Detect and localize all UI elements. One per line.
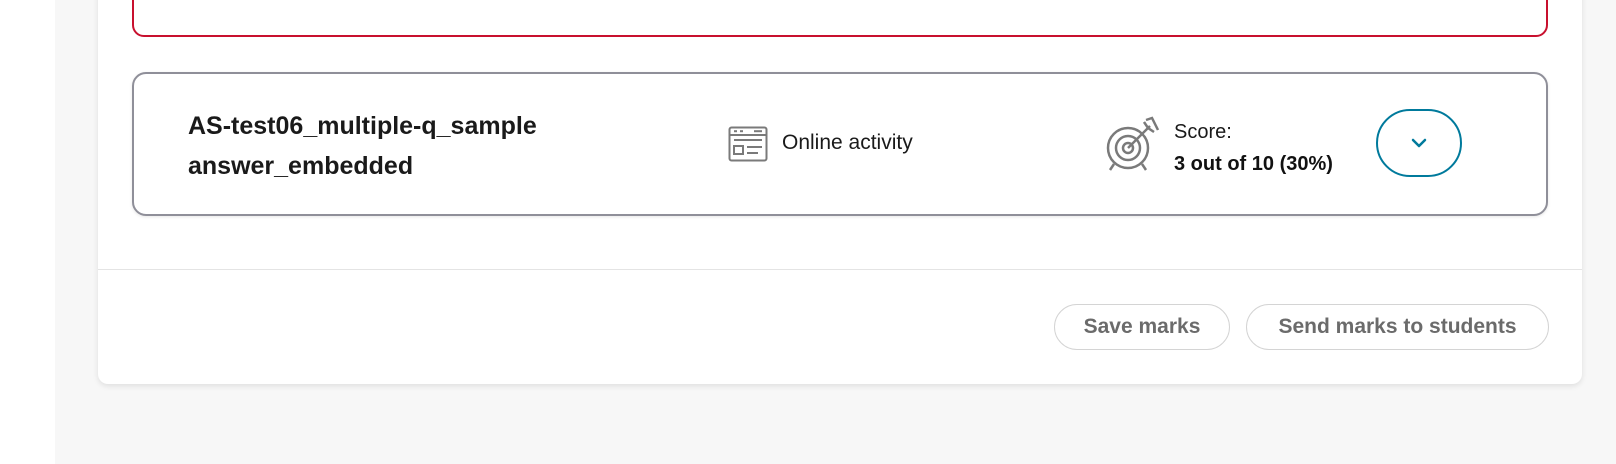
- send-marks-button[interactable]: Send marks to students: [1246, 304, 1549, 350]
- footer-divider: [98, 269, 1582, 270]
- target-icon: [1106, 116, 1160, 171]
- assignment-card: AS-test06_multiple-q_sample answer_embed…: [132, 72, 1548, 216]
- score-value: 3 out of 10 (30%): [1174, 153, 1333, 175]
- save-marks-button[interactable]: Save marks: [1054, 304, 1230, 350]
- expand-assignment-button[interactable]: [1376, 109, 1462, 177]
- score-label: Score:: [1174, 121, 1232, 143]
- assignment-title: AS-test06_multiple-q_sample answer_embed…: [188, 112, 537, 180]
- activity-type-label: Online activity: [782, 131, 913, 154]
- online-activity-icon: [728, 126, 768, 162]
- previous-assignment-card: [132, 0, 1548, 37]
- chevron-down-icon: [1411, 138, 1427, 148]
